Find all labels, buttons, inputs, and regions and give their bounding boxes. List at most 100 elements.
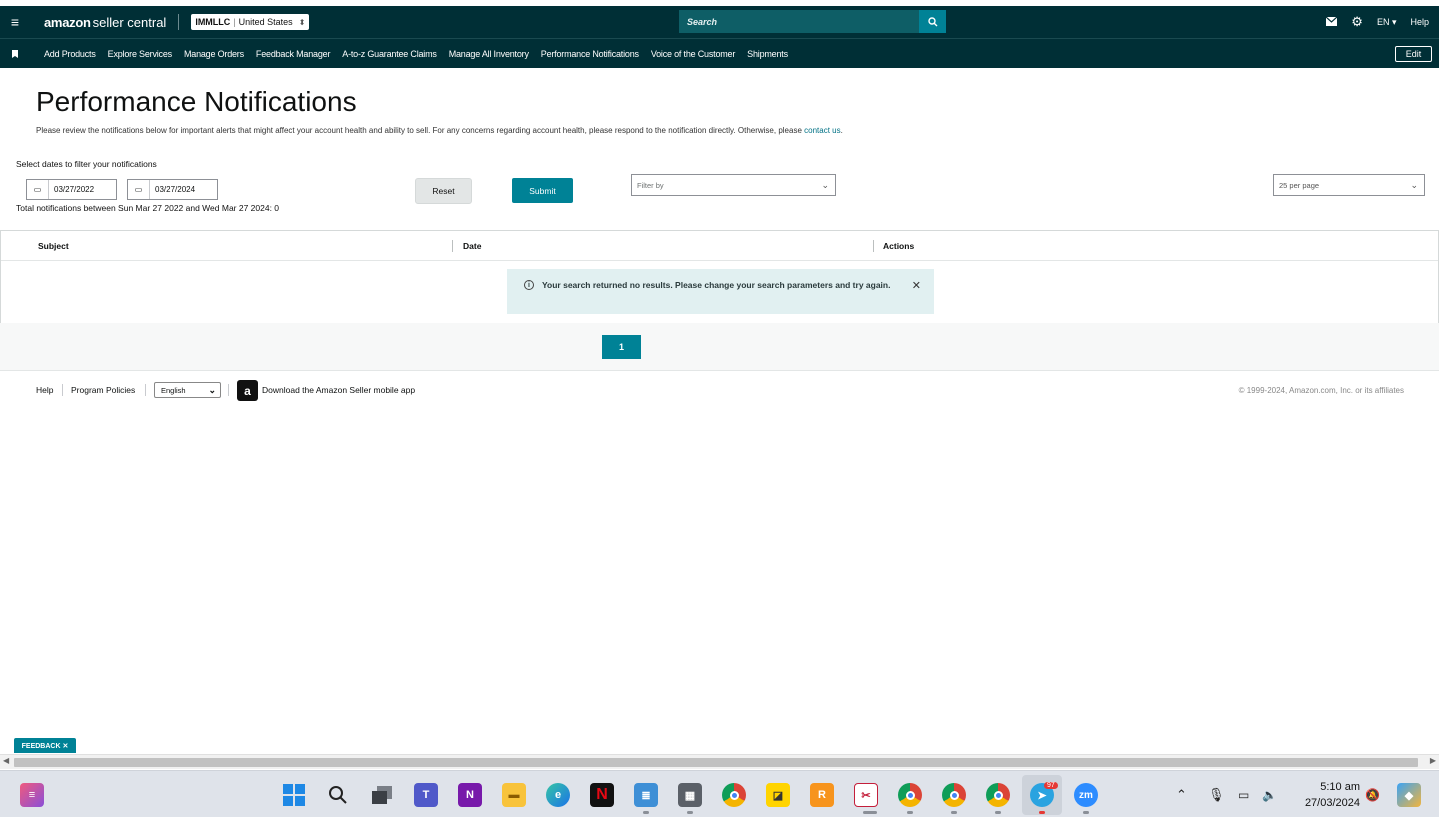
telegram-badge: 97 — [1044, 782, 1058, 789]
search-input[interactable] — [679, 10, 919, 33]
per-page-select[interactable]: 25 per page ⌄ — [1273, 174, 1425, 196]
account-switcher[interactable]: IMMLLC | United States ⬍ — [191, 14, 310, 30]
scrollbar-thumb[interactable] — [14, 758, 1418, 767]
per-page-value: 25 per page — [1279, 180, 1320, 190]
nav-item-manage-inventory[interactable]: Manage All Inventory — [449, 49, 529, 59]
reset-button[interactable]: Reset — [415, 178, 472, 204]
gear-icon[interactable]: ⚙ — [1351, 14, 1363, 30]
nav-item-add-products[interactable]: Add Products — [44, 49, 96, 59]
no-results-message: Your search returned no results. Please … — [542, 280, 891, 290]
nav-item-feedback-manager[interactable]: Feedback Manager — [256, 49, 331, 59]
main-nav: Add Products Explore Services Manage Ord… — [0, 38, 1439, 68]
onenote-icon[interactable]: N — [458, 783, 482, 807]
calculator-icon[interactable]: ▦ — [678, 783, 702, 807]
calendar-icon: ▭ — [128, 180, 150, 199]
account-name: IMMLLC — [195, 17, 231, 27]
info-icon: i — [524, 280, 534, 290]
chrome-icon[interactable] — [722, 783, 746, 807]
chevron-down-icon: ⌄ — [208, 384, 216, 395]
zoom-icon[interactable]: zm — [1074, 783, 1098, 807]
filter-row: ▭ 03/27/2022 ▭ 03/27/2024 Reset Submit F… — [0, 174, 1439, 219]
edge-icon[interactable]: e — [546, 783, 570, 807]
page-button-current[interactable]: 1 — [602, 335, 641, 359]
task-view-icon[interactable] — [370, 783, 394, 807]
scroll-right-icon[interactable]: ▶ — [1430, 756, 1436, 765]
column-divider — [452, 240, 453, 252]
chevron-down-icon: ⌄ — [1410, 179, 1418, 190]
edit-nav-button[interactable]: Edit — [1395, 46, 1432, 62]
file-explorer-icon[interactable]: ▬ — [502, 783, 526, 807]
updown-icon: ⬍ — [298, 17, 306, 27]
widgets-icon[interactable]: ≡ — [20, 783, 44, 807]
page-footer: Help Program Policies English ⌄ a Downlo… — [0, 378, 1439, 402]
column-subject[interactable]: Subject — [38, 231, 69, 261]
nav-item-shipments[interactable]: Shipments — [747, 49, 788, 59]
footer-language-value: English — [161, 385, 186, 395]
table-body: i Your search returned no results. Pleas… — [1, 261, 1438, 323]
microphone-icon[interactable]: 🎙 — [1208, 771, 1225, 818]
start-date-field[interactable]: ▭ 03/27/2022 — [26, 179, 117, 200]
download-app-link[interactable]: Download the Amazon Seller mobile app — [262, 378, 415, 402]
nav-item-performance-notifications[interactable]: Performance Notifications — [541, 49, 639, 59]
pagination: 1 — [0, 323, 1439, 371]
account-region: United States — [238, 17, 293, 27]
notepad-icon[interactable]: ≣ — [634, 783, 658, 807]
chrome-profile-1-icon[interactable] — [898, 783, 922, 807]
teams-icon[interactable]: T — [414, 783, 438, 807]
clock-date: 27/03/2024 — [1304, 797, 1360, 809]
language-selector[interactable]: EN ▾ — [1377, 17, 1397, 28]
top-header: ≡ amazon seller central IMMLLC | United … — [0, 6, 1439, 38]
tray-chevron-up-icon[interactable]: ⌃ — [1176, 771, 1187, 818]
mail-icon[interactable] — [1325, 16, 1338, 28]
notifications-table: Subject Date Actions i Your search retur… — [0, 230, 1439, 324]
search-icon[interactable] — [326, 783, 350, 807]
column-divider — [873, 240, 874, 252]
sticky-notes-icon[interactable]: ◪ — [766, 783, 790, 807]
nav-item-atoz-claims[interactable]: A-to-z Guarantee Claims — [342, 49, 437, 59]
nav-item-manage-orders[interactable]: Manage Orders — [184, 49, 244, 59]
windows-start-icon[interactable] — [282, 783, 306, 807]
amazon-app-icon[interactable]: a — [237, 380, 258, 401]
description-text: Please review the notifications below fo… — [36, 126, 805, 135]
filter-label: Select dates to filter your notification… — [16, 159, 157, 169]
end-date-value: 03/27/2024 — [155, 185, 196, 194]
search-icon[interactable] — [919, 10, 946, 33]
submit-button[interactable]: Submit — [512, 178, 573, 203]
chrome-profile-3-icon[interactable] — [986, 783, 1010, 807]
page-description: Please review the notifications below fo… — [36, 126, 843, 135]
no-results-alert: i Your search returned no results. Pleas… — [507, 269, 934, 314]
chrome-profile-2-icon[interactable] — [942, 783, 966, 807]
network-icon[interactable]: ▭ — [1238, 771, 1249, 818]
bookmark-icon[interactable] — [0, 49, 30, 58]
horizontal-scrollbar[interactable]: ◀ ▶ — [0, 754, 1439, 769]
column-actions: Actions — [883, 241, 915, 251]
filter-by-select[interactable]: Filter by ⌄ — [631, 174, 836, 196]
scroll-left-icon[interactable]: ◀ — [3, 756, 9, 765]
end-date-field[interactable]: ▭ 03/27/2024 — [127, 179, 218, 200]
volume-icon[interactable]: 🔈 — [1262, 771, 1277, 818]
contact-us-link[interactable]: contact us — [804, 126, 840, 135]
brand-main: amazon — [44, 14, 91, 30]
search-bar — [679, 10, 946, 33]
column-date[interactable]: Date — [463, 231, 481, 261]
hamburger-menu-icon[interactable]: ≡ — [0, 6, 30, 38]
nav-item-explore-services[interactable]: Explore Services — [108, 49, 173, 59]
ringcentral-icon[interactable]: R — [810, 783, 834, 807]
brand-divider — [178, 14, 180, 30]
footer-policies-link[interactable]: Program Policies — [71, 378, 135, 402]
nav-items: Add Products Explore Services Manage Ord… — [30, 49, 788, 59]
snipping-tool-icon[interactable]: ✂ — [854, 783, 878, 807]
feedback-tab[interactable]: FEEDBACK ✕ — [14, 738, 76, 753]
system-clock[interactable]: 5:10 am 27/03/2024 — [1290, 779, 1360, 811]
brand-logo[interactable]: amazon seller central — [30, 15, 166, 30]
nav-item-voice-of-customer[interactable]: Voice of the Customer — [651, 49, 736, 59]
netflix-icon[interactable]: N — [590, 783, 614, 807]
table-header: Subject Date Actions — [1, 231, 1438, 261]
footer-help-link[interactable]: Help — [36, 378, 53, 402]
brand-sub: seller central — [92, 14, 167, 30]
copilot-icon[interactable]: ◆ — [1397, 783, 1421, 807]
notification-bell-icon[interactable]: 🔕 — [1365, 771, 1380, 818]
footer-language-select[interactable]: English ⌄ — [154, 382, 221, 398]
help-link[interactable]: Help — [1410, 17, 1429, 27]
close-icon[interactable]: ✕ — [912, 279, 921, 292]
